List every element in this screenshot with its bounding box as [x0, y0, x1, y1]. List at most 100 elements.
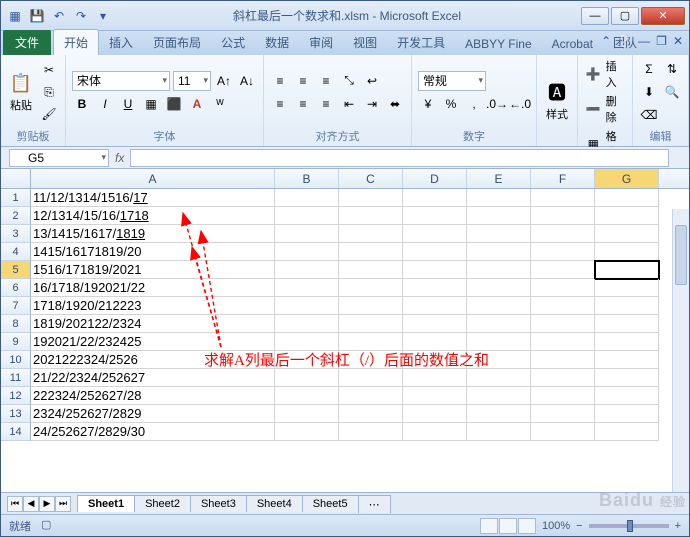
maximize-button[interactable]: ▢: [611, 7, 639, 25]
row-header[interactable]: 2: [1, 207, 31, 225]
cell-E11[interactable]: [467, 369, 531, 387]
cell-B1[interactable]: [275, 189, 339, 207]
comma-icon[interactable]: ,: [464, 94, 484, 114]
cell-B6[interactable]: [275, 279, 339, 297]
cell-E13[interactable]: [467, 405, 531, 423]
row-header[interactable]: 11: [1, 369, 31, 387]
cell-D10[interactable]: [403, 351, 467, 369]
cell-D3[interactable]: [403, 225, 467, 243]
cell-A13[interactable]: 2324/252627/2829: [31, 405, 275, 423]
cell-A10[interactable]: 2021222324/2526: [31, 351, 275, 369]
cell-F10[interactable]: [531, 351, 595, 369]
number-format-combo[interactable]: 常规: [418, 71, 486, 91]
cell-E8[interactable]: [467, 315, 531, 333]
grid-body[interactable]: 111/12/1314/1516/17212/1314/15/16/171831…: [1, 189, 689, 492]
cell-G12[interactable]: [595, 387, 659, 405]
cell-E14[interactable]: [467, 423, 531, 441]
cell-F1[interactable]: [531, 189, 595, 207]
row-header[interactable]: 9: [1, 333, 31, 351]
close-button[interactable]: ✕: [641, 7, 685, 25]
col-header-B[interactable]: B: [275, 169, 339, 188]
fill-color-button[interactable]: ⬛: [164, 94, 184, 114]
row-header[interactable]: 6: [1, 279, 31, 297]
undo-icon[interactable]: ↶: [49, 6, 69, 26]
row-header[interactable]: 14: [1, 423, 31, 441]
cell-G1[interactable]: [595, 189, 659, 207]
align-middle-icon[interactable]: ≡: [293, 71, 313, 91]
zoom-thumb[interactable]: [627, 520, 633, 532]
font-size-combo[interactable]: 11: [173, 71, 211, 91]
qat-dropdown-icon[interactable]: ▾: [93, 6, 113, 26]
row-header[interactable]: 3: [1, 225, 31, 243]
tab-view[interactable]: 视图: [343, 30, 387, 55]
cell-C2[interactable]: [339, 207, 403, 225]
formula-bar[interactable]: [130, 149, 669, 167]
cell-A3[interactable]: 13/1415/1617/1819: [31, 225, 275, 243]
cell-E7[interactable]: [467, 297, 531, 315]
sheet-tab-Sheet2[interactable]: Sheet2: [134, 495, 191, 512]
tab-developer[interactable]: 开发工具: [387, 30, 455, 55]
cell-B2[interactable]: [275, 207, 339, 225]
cell-D1[interactable]: [403, 189, 467, 207]
insert-cells-icon[interactable]: ➕: [584, 64, 603, 84]
decrease-decimal-icon[interactable]: ←.0: [510, 94, 530, 114]
border-button[interactable]: ▦: [141, 94, 161, 114]
zoom-slider[interactable]: [589, 524, 669, 528]
redo-icon[interactable]: ↷: [71, 6, 91, 26]
cell-A12[interactable]: 222324/252627/28: [31, 387, 275, 405]
cell-C4[interactable]: [339, 243, 403, 261]
underline-button[interactable]: U: [118, 94, 138, 114]
cell-G6[interactable]: [595, 279, 659, 297]
sheet-tab-Sheet1[interactable]: Sheet1: [77, 495, 135, 512]
paste-button[interactable]: 📋 粘贴: [7, 69, 35, 115]
align-top-icon[interactable]: ≡: [270, 71, 290, 91]
sheet-tab-Sheet5[interactable]: Sheet5: [302, 495, 359, 512]
cell-E5[interactable]: [467, 261, 531, 279]
workbook-close-icon[interactable]: ✕: [673, 34, 683, 48]
tab-formulas[interactable]: 公式: [211, 30, 255, 55]
tab-acrobat[interactable]: Acrobat: [542, 33, 603, 55]
tab-home[interactable]: 开始: [53, 29, 99, 55]
tab-review[interactable]: 审阅: [299, 30, 343, 55]
col-header-A[interactable]: A: [31, 169, 275, 188]
cell-A5[interactable]: 1516/171819/2021: [31, 261, 275, 279]
cell-D8[interactable]: [403, 315, 467, 333]
cell-E3[interactable]: [467, 225, 531, 243]
phonetic-button[interactable]: ᵂ: [210, 94, 230, 114]
cell-B7[interactable]: [275, 297, 339, 315]
cell-D7[interactable]: [403, 297, 467, 315]
new-sheet-icon[interactable]: ⋯: [358, 495, 391, 513]
save-icon[interactable]: 💾: [27, 6, 47, 26]
sheet-prev-icon[interactable]: ◀: [23, 496, 39, 512]
font-name-combo[interactable]: 宋体: [72, 71, 170, 91]
align-right-icon[interactable]: ≡: [316, 94, 336, 114]
clear-icon[interactable]: ⌫: [639, 105, 659, 125]
cell-D12[interactable]: [403, 387, 467, 405]
styles-button[interactable]: 🅰 样式: [543, 78, 571, 124]
cell-C1[interactable]: [339, 189, 403, 207]
cell-C5[interactable]: [339, 261, 403, 279]
cell-F7[interactable]: [531, 297, 595, 315]
cell-A14[interactable]: 24/252627/2829/30: [31, 423, 275, 441]
find-icon[interactable]: 🔍: [662, 82, 682, 102]
wrap-text-icon[interactable]: ↩: [362, 71, 382, 91]
cell-G2[interactable]: [595, 207, 659, 225]
row-header[interactable]: 8: [1, 315, 31, 333]
fx-icon[interactable]: fx: [115, 151, 124, 165]
cell-F12[interactable]: [531, 387, 595, 405]
ribbon-minimize-icon[interactable]: ⌃: [601, 34, 611, 48]
cell-F14[interactable]: [531, 423, 595, 441]
sheet-tab-Sheet4[interactable]: Sheet4: [246, 495, 303, 512]
cell-C7[interactable]: [339, 297, 403, 315]
align-center-icon[interactable]: ≡: [293, 94, 313, 114]
cell-C9[interactable]: [339, 333, 403, 351]
cell-C6[interactable]: [339, 279, 403, 297]
cell-F9[interactable]: [531, 333, 595, 351]
row-header[interactable]: 4: [1, 243, 31, 261]
row-header[interactable]: 10: [1, 351, 31, 369]
increase-font-icon[interactable]: A↑: [214, 71, 234, 91]
col-header-C[interactable]: C: [339, 169, 403, 188]
cell-E4[interactable]: [467, 243, 531, 261]
cell-A8[interactable]: 1819/202122/2324: [31, 315, 275, 333]
scroll-thumb[interactable]: [675, 225, 687, 285]
